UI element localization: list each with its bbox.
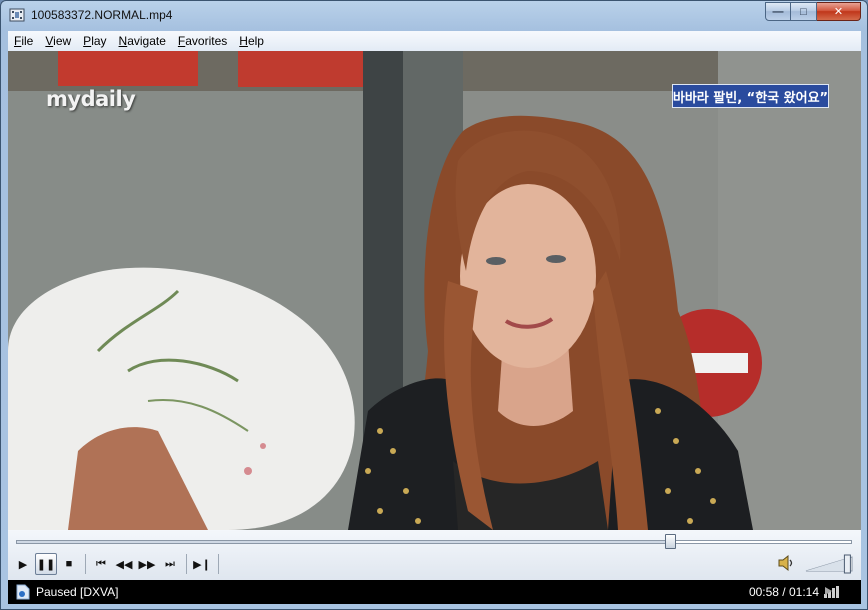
volume-slider[interactable] [804, 554, 856, 574]
document-status-icon [16, 584, 30, 600]
time-display: 00:58 / 01:14 [748, 585, 819, 599]
rewind-button[interactable]: ◀◀ [113, 553, 135, 575]
next-button[interactable]: ⏭ [159, 553, 181, 575]
fast-forward-button[interactable]: ▶▶ [136, 553, 158, 575]
mydaily-watermark-logo: mydaily [46, 87, 136, 111]
title-bar[interactable]: 100583372.NORMAL.mp4 — □ ✕ [1, 1, 867, 29]
speaker-icon[interactable] [777, 553, 795, 573]
app-icon[interactable] [9, 7, 25, 23]
stop-button[interactable]: ■ [58, 553, 80, 575]
previous-button[interactable]: ⏮ [90, 553, 112, 575]
separator [218, 554, 219, 574]
menu-help[interactable]: Help [233, 34, 270, 48]
menu-file[interactable]: File [8, 34, 39, 48]
pause-button[interactable]: ❚❚ [35, 553, 57, 575]
video-scene [8, 51, 861, 530]
seek-progress [17, 541, 671, 543]
menu-view[interactable]: View [39, 34, 77, 48]
menu-favorites[interactable]: Favorites [172, 34, 233, 48]
play-button[interactable]: ▶ [12, 553, 34, 575]
menu-navigate[interactable]: Navigate [113, 34, 172, 48]
separator [85, 554, 86, 574]
video-frame[interactable]: mydaily 바바라 팔빈, “한국 왔어요” [8, 51, 861, 530]
playback-controls: ▶ ❚❚ ■ ⏮ ◀◀ ▶▶ ⏭ ▶❙ [8, 530, 861, 580]
separator [186, 554, 187, 574]
menu-bar: File View Play Navigate Favorites Help [8, 31, 861, 51]
frame-step-button[interactable]: ▶❙ [191, 553, 213, 575]
maximize-button[interactable]: □ [791, 2, 817, 21]
playback-status: Paused [DXVA] [36, 585, 119, 599]
media-player-window: 100583372.NORMAL.mp4 — □ ✕ File View Pla… [0, 0, 868, 610]
seek-bar[interactable] [16, 540, 852, 544]
seek-thumb[interactable] [664, 534, 676, 549]
window-title: 100583372.NORMAL.mp4 [31, 8, 173, 22]
close-button[interactable]: ✕ [817, 2, 861, 21]
signal-bars-icon[interactable] [823, 585, 843, 599]
status-bar: Paused [DXVA] 00:58 / 01:14 [8, 580, 861, 604]
menu-play[interactable]: Play [77, 34, 112, 48]
minimize-button[interactable]: — [765, 2, 791, 21]
news-caption: 바바라 팔빈, “한국 왔어요” [672, 84, 829, 108]
